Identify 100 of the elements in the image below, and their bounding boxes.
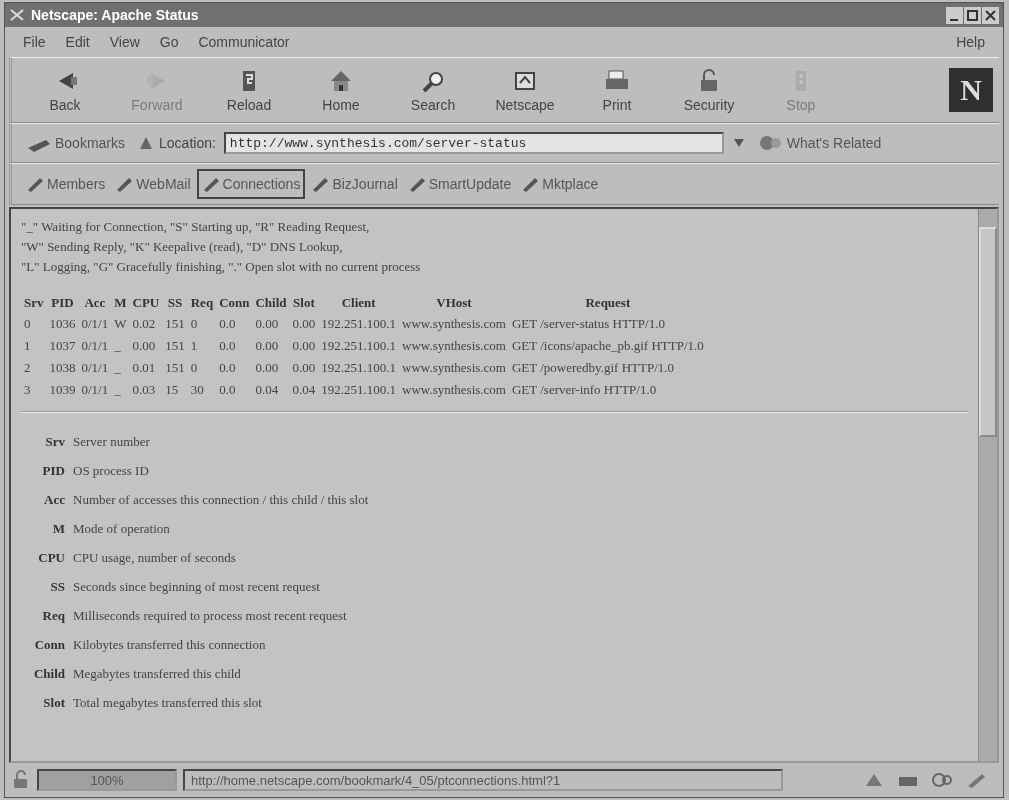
location-label: Location: xyxy=(159,135,216,151)
bookmark-pen-icon xyxy=(521,176,540,192)
table-cell-text: 192.251.100.1 xyxy=(320,337,398,355)
toolbar-button[interactable]: Security xyxy=(666,67,752,113)
table-cell-text: GET /poweredby.gif HTTP/1.0 xyxy=(510,359,676,377)
personal-toolbar-button[interactable]: WebMail xyxy=(111,169,195,199)
table-cell-text: 151 xyxy=(164,337,186,355)
personal-toolbar-button[interactable]: Members xyxy=(22,169,110,199)
table-cell-text: www.synthesis.com xyxy=(401,359,507,377)
table-cell-text: W xyxy=(113,315,128,333)
column-header: M xyxy=(113,294,128,312)
legend-description: Number of accesses this connection / this child / this slot xyxy=(73,491,369,508)
url-field[interactable]: http://www.synthesis.com/server-status xyxy=(223,132,724,154)
table-cell-text: _ xyxy=(113,359,122,377)
table-cell-text: 0.00 xyxy=(291,315,317,333)
table-cell-text: GET /server-status HTTP/1.0 xyxy=(510,315,666,333)
legend-term: Srv xyxy=(44,433,65,450)
menu-item[interactable]: Edit xyxy=(57,32,98,52)
table-cell-text: 0.0 xyxy=(218,381,237,399)
table-cell-text: 192.251.100.1 xyxy=(320,359,398,377)
table-cell-text: 151 xyxy=(164,359,186,377)
table-cell-text: 0.04 xyxy=(254,381,280,399)
column-header: Srv xyxy=(23,294,45,312)
menu-item[interactable]: View xyxy=(101,32,148,52)
table-cell-text: www.synthesis.com xyxy=(401,381,507,399)
column-header: Slot xyxy=(292,294,316,312)
whats-related-button[interactable]: What's Related xyxy=(753,128,886,158)
table-cell-text: www.synthesis.com xyxy=(401,337,507,355)
toolbar-button[interactable]: Back xyxy=(22,67,108,113)
toolbar-button[interactable]: Home xyxy=(298,67,384,113)
personal-toolbar-button[interactable]: SmartUpdate xyxy=(403,169,516,199)
table-cell-text: 0/1/1 xyxy=(80,315,110,333)
toolbar-button[interactable]: Search xyxy=(390,67,476,113)
legend-description: Mode of operation xyxy=(73,520,170,537)
legend-term: Req xyxy=(41,607,65,624)
status-message: http://home.netscape.com/bookmark/4_05/ptconnections.html?1 xyxy=(183,769,783,791)
table-cell-text: 0 xyxy=(23,315,32,333)
table-cell-text: 151 xyxy=(164,315,186,333)
legend-term: CPU xyxy=(37,549,65,566)
column-header: VHost xyxy=(435,294,473,312)
table-cell-text: 0.00 xyxy=(291,359,317,377)
legend-term: Slot xyxy=(42,694,65,711)
table-cell-text: 1037 xyxy=(48,337,77,355)
minimize-icon[interactable] xyxy=(946,6,963,24)
legend-description: Megabytes transferred this child xyxy=(73,665,241,682)
column-header: Acc xyxy=(83,294,107,312)
table-cell-text: 0.0 xyxy=(218,359,237,377)
table-cell-text: 3 xyxy=(23,381,32,399)
bookmark-pen-icon xyxy=(311,176,330,192)
table-cell-text: 0.0 xyxy=(218,315,237,333)
menu-item[interactable]: Communicator xyxy=(190,32,298,52)
scrollbar[interactable] xyxy=(978,209,997,761)
table-cell-text: 1 xyxy=(23,337,32,355)
legend-term: PID xyxy=(41,462,65,479)
table-cell-text: 0/1/1 xyxy=(80,359,110,377)
table-cell-text: 0.00 xyxy=(131,337,157,355)
close-icon[interactable] xyxy=(982,6,999,24)
table-cell-text: 1 xyxy=(189,337,199,355)
legend-term: Conn xyxy=(33,636,65,653)
personal-toolbar-button[interactable]: Connections xyxy=(196,169,306,199)
legend-term: Child xyxy=(32,665,65,682)
table-cell-text: 0.00 xyxy=(254,337,280,355)
table-cell-text: 0.00 xyxy=(254,359,280,377)
bookmark-pen-icon xyxy=(115,176,134,192)
toolbar-button[interactable]: Reload xyxy=(206,67,292,113)
table-cell-text: 1038 xyxy=(48,359,77,377)
table-cell-text: 0.01 xyxy=(131,359,157,377)
table-cell-text: 0 xyxy=(189,359,199,377)
personal-toolbar-button[interactable]: BizJournal xyxy=(307,169,402,199)
table-cell-text: 0 xyxy=(189,315,199,333)
menu-item[interactable]: Go xyxy=(151,32,187,52)
bookmarks-button[interactable]: Bookmarks xyxy=(22,128,130,158)
legend-description: Milliseconds required to process most recent request xyxy=(73,607,347,624)
toolbar-button[interactable]: Print xyxy=(574,67,660,113)
toolbar-button[interactable]: Netscape xyxy=(482,67,568,113)
column-header: PID xyxy=(50,294,75,312)
menu-item[interactable]: Help xyxy=(948,32,993,52)
table-cell-text: 15 xyxy=(164,381,180,399)
scoreboard-key-text: "L" Logging, "G" Gracefully finishing, "." Open slot with no current process xyxy=(21,258,422,276)
legend-description: Seconds since beginning of most recent request xyxy=(73,578,320,595)
table-cell-text: 192.251.100.1 xyxy=(320,381,398,399)
personal-toolbar-button[interactable]: Mktplace xyxy=(517,169,603,199)
table-cell-text: _ xyxy=(113,381,122,399)
table-cell-text: 2 xyxy=(23,359,32,377)
table-cell-text: 0.00 xyxy=(254,315,280,333)
table-cell-text: 0/1/1 xyxy=(80,337,110,355)
table-cell-text: 0.00 xyxy=(291,337,317,355)
table-cell-text: 30 xyxy=(189,381,205,399)
progress-percent: 100% xyxy=(89,771,125,789)
menu-item[interactable]: File xyxy=(15,32,54,52)
table-cell-text: GET /server-info HTTP/1.0 xyxy=(510,381,658,399)
column-header: Client xyxy=(340,294,377,312)
legend-term: Acc xyxy=(43,491,65,508)
table-cell-text: _ xyxy=(113,337,122,355)
maximize-icon[interactable] xyxy=(964,6,981,24)
table-cell-text: 0.0 xyxy=(218,337,237,355)
legend-description: Total megabytes transferred this slot xyxy=(73,694,262,711)
legend-description: Kilobytes transferred this connection xyxy=(73,636,266,653)
column-header: CPU xyxy=(131,294,161,312)
window-title: Netscape: Apache Status xyxy=(31,7,200,23)
